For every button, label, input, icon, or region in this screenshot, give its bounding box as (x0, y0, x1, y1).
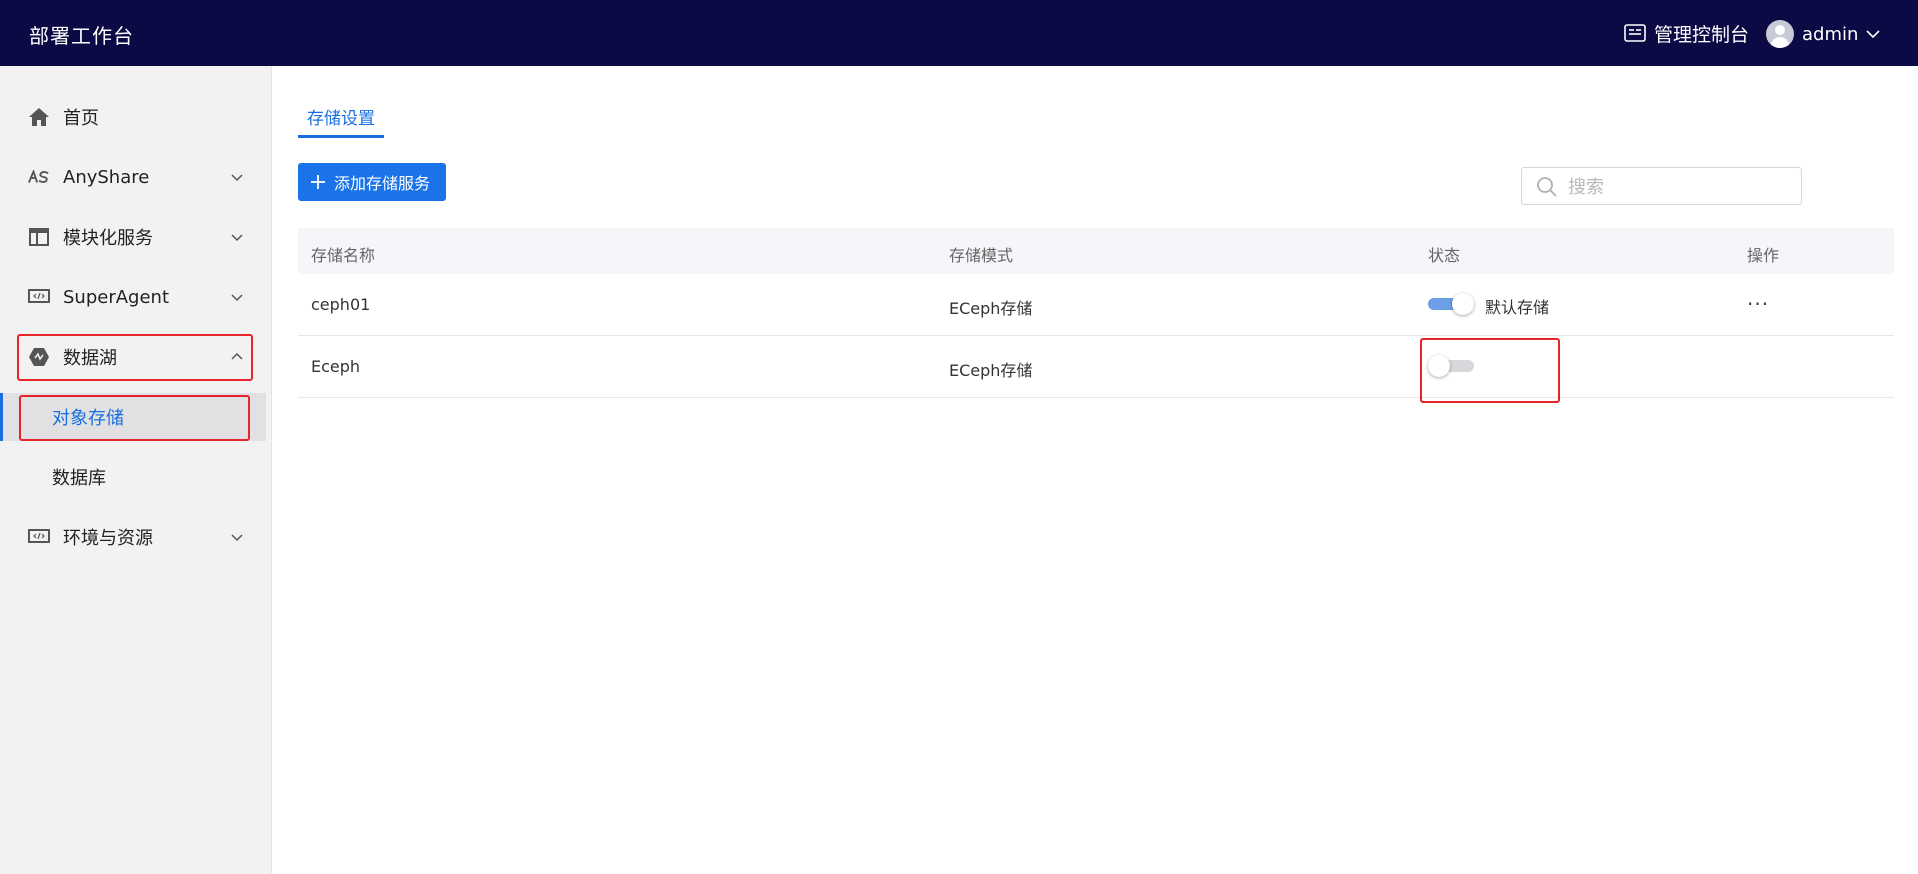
column-header-status: 状态 (1428, 246, 1461, 265)
anyshare-icon (28, 166, 50, 188)
add-storage-label: 添加存储服务 (334, 174, 431, 193)
avatar (1766, 20, 1794, 48)
code-icon (28, 286, 50, 308)
column-header-actions: 操作 (1747, 246, 1780, 265)
table-header: 存储名称 存储模式 状态 操作 (298, 228, 1894, 274)
table-row: ceph01 ECeph存储 默认存储 ··· (298, 274, 1894, 336)
datalake-icon (28, 346, 50, 368)
app-title: 部署工作台 (29, 24, 134, 48)
sidebar-subitem-database[interactable]: 数据库 (0, 453, 266, 501)
sidebar-item-label: 环境与资源 (63, 528, 153, 549)
sidebar-item-label: 数据库 (52, 468, 106, 489)
layout-icon (28, 226, 50, 248)
tab-storage-settings[interactable]: 存储设置 (298, 104, 384, 138)
chevron-down-icon (231, 174, 243, 182)
user-name: admin (1802, 23, 1859, 45)
storage-mode: ECeph存储 (949, 299, 1033, 318)
sidebar-item-anyshare[interactable]: AnyShare (0, 153, 272, 201)
chevron-up-icon (231, 352, 243, 360)
status-label: 默认存储 (1485, 298, 1550, 317)
chevron-down-icon (1866, 30, 1880, 39)
sidebar-item-label: SuperAgent (63, 286, 170, 308)
status-toggle[interactable] (1428, 293, 1474, 315)
search-input[interactable] (1568, 174, 1788, 200)
storage-mode: ECeph存储 (949, 361, 1033, 380)
home-icon (28, 106, 50, 128)
user-menu[interactable]: admin (1766, 20, 1880, 48)
status-toggle[interactable] (1428, 355, 1474, 377)
console-icon (1624, 23, 1646, 42)
console-link[interactable]: 管理控制台 (1624, 20, 1749, 47)
toggle-knob (1452, 293, 1474, 315)
sidebar-subitem-object-storage[interactable]: 对象存储 (0, 393, 266, 441)
sidebar-item-datalake[interactable]: 数据湖 (0, 333, 272, 381)
sidebar-item-label: 首页 (63, 108, 99, 129)
chevron-down-icon (231, 534, 243, 542)
column-header-name: 存储名称 (311, 246, 376, 265)
sidebar-item-label: 模块化服务 (63, 228, 153, 249)
chevron-down-icon (231, 294, 243, 302)
search-icon (1537, 177, 1557, 197)
add-storage-button[interactable]: 添加存储服务 (298, 163, 446, 201)
chevron-down-icon (231, 234, 243, 242)
storage-name: Eceph (311, 357, 361, 376)
table-row: Eceph ECeph存储 (298, 336, 1894, 398)
search-box[interactable] (1521, 167, 1802, 205)
code-icon (28, 526, 50, 548)
more-actions-icon[interactable]: ··· (1747, 292, 1769, 316)
storage-name: ceph01 (311, 295, 371, 314)
top-bar: 部署工作台 管理控制台 admin (0, 0, 1918, 66)
sidebar-item-superagent[interactable]: SuperAgent (0, 273, 272, 321)
plus-icon (311, 175, 325, 189)
sidebar-item-label: 对象存储 (52, 408, 124, 429)
sidebar-item-home[interactable]: 首页 (0, 93, 272, 141)
sidebar-item-environment-resources[interactable]: 环境与资源 (0, 513, 272, 561)
sidebar-item-modular-services[interactable]: 模块化服务 (0, 213, 272, 261)
sidebar-item-label: AnyShare (63, 166, 150, 188)
column-header-mode: 存储模式 (949, 246, 1014, 265)
sidebar: 首页 AnyShare 模块化服务 SuperAgent 数据湖 对象存储 数据… (0, 66, 272, 874)
sidebar-item-label: 数据湖 (63, 348, 117, 369)
console-label: 管理控制台 (1654, 24, 1750, 46)
toggle-knob (1428, 355, 1450, 377)
